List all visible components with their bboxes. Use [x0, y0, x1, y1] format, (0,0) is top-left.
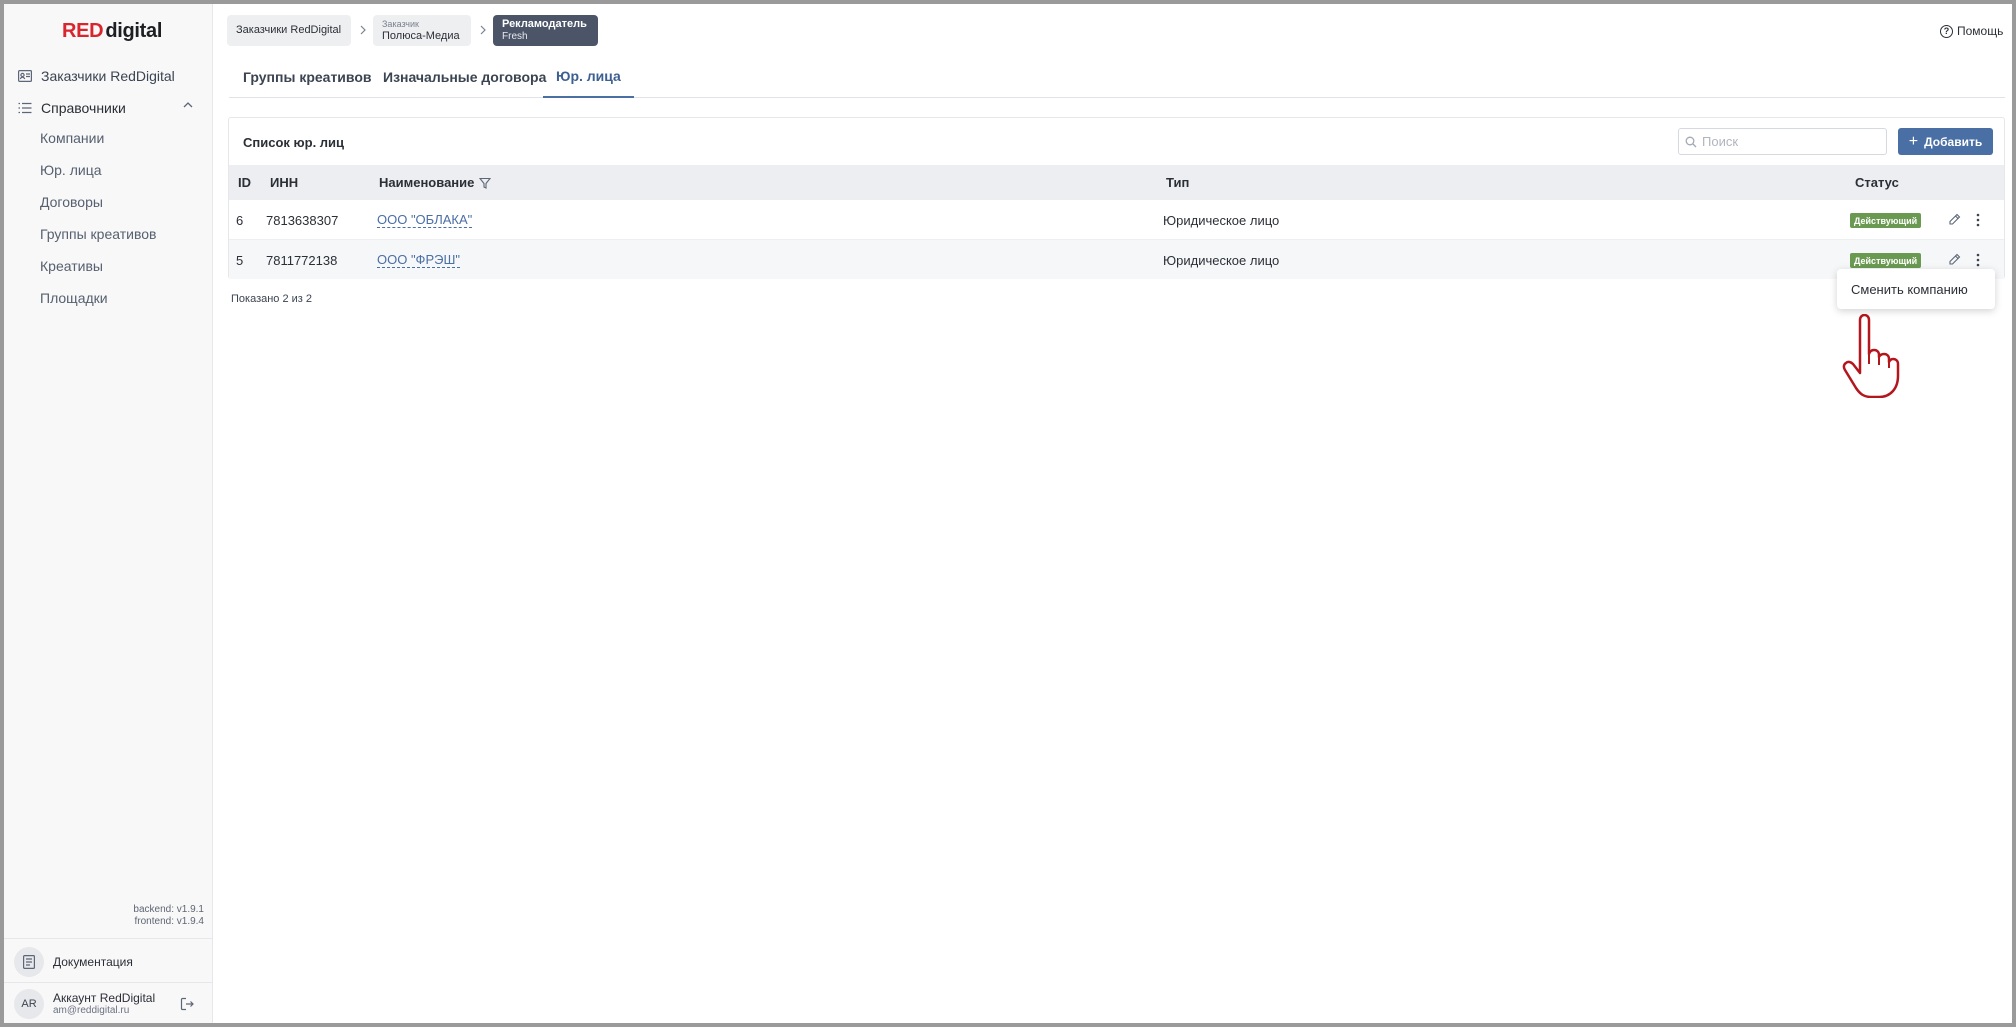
search-field[interactable] [1678, 128, 1887, 155]
sidebar-item-dictionaries-label: Справочники [41, 100, 126, 116]
breadcrumb-client-caption: Заказчик [382, 18, 419, 29]
help-label: Помощь [1957, 24, 2004, 38]
column-status[interactable]: Статус [1855, 175, 1899, 190]
cell-type: Юридическое лицо [1163, 253, 1280, 268]
add-button[interactable]: + Добавить [1898, 128, 1993, 155]
column-type[interactable]: Тип [1166, 175, 1189, 190]
cell-inn: 7813638307 [266, 213, 339, 228]
sidebar-item-creative-groups[interactable]: Группы креативов [40, 226, 156, 242]
cell-type: Юридическое лицо [1163, 213, 1280, 228]
documentation-label: Документация [53, 955, 133, 969]
logout-icon[interactable] [180, 997, 194, 1011]
sidebar: RED digital Заказчики RedDigital Справочн… [4, 4, 213, 1023]
column-name[interactable]: Наименование [379, 175, 492, 190]
sidebar-item-clients-label: Заказчики RedDigital [41, 68, 175, 84]
breadcrumb-client-label: Полюса-Медиа [382, 29, 460, 42]
column-id[interactable]: ID [238, 175, 251, 190]
filter-icon[interactable] [479, 177, 492, 189]
chevron-up-icon[interactable] [181, 98, 195, 112]
status-badge: Действующий [1850, 213, 1922, 228]
sidebar-item-creatives[interactable]: Креативы [40, 258, 103, 274]
sidebar-item-companies[interactable]: Компании [40, 130, 104, 146]
column-name-label: Наименование [379, 175, 475, 190]
document-icon [14, 947, 44, 977]
chevron-right-icon [480, 25, 486, 35]
version-info: backend: v1.9.1 frontend: v1.9.4 [133, 904, 204, 928]
tab-creative-groups[interactable]: Группы креативов [243, 56, 372, 98]
legal-entities-card: Список юр. лиц + Добавить ID ИНН Наимено… [228, 117, 2005, 279]
sidebar-item-legal-entities[interactable]: Юр. лица [40, 162, 102, 178]
pagination-summary: Показано 2 из 2 [231, 293, 313, 305]
more-vertical-icon[interactable] [1975, 252, 1981, 268]
edit-icon[interactable] [1948, 253, 1961, 266]
search-icon [1685, 136, 1697, 147]
breadcrumb-client[interactable]: Заказчик Полюса-Медиа [373, 15, 471, 46]
card-title: Список юр. лиц [243, 135, 345, 150]
cell-id: 6 [236, 213, 244, 228]
row-context-menu: Сменить компанию [1837, 269, 1995, 309]
sidebar-item-dictionaries[interactable]: Справочники [18, 96, 126, 120]
tab-legal-entities[interactable]: Юр. лица [543, 56, 634, 98]
help-link[interactable]: ? Помощь [1940, 24, 2003, 38]
account-name: Аккаунт RedDigital [53, 991, 156, 1005]
account-email: am@reddigital.ru [53, 1005, 130, 1016]
sidebar-item-platforms[interactable]: Площадки [40, 290, 108, 306]
backend-version: backend: v1.9.1 [133, 904, 204, 915]
question-icon: ? [1940, 24, 1953, 38]
chevron-right-icon [360, 25, 366, 35]
sidebar-item-contracts[interactable]: Договоры [40, 194, 103, 210]
breadcrumb-advertiser-label: Рекламодатель [502, 18, 587, 30]
tab-initial-contracts[interactable]: Изначальные договора [383, 56, 546, 98]
more-vertical-icon[interactable] [1975, 212, 1981, 228]
column-inn[interactable]: ИНН [270, 175, 298, 190]
cell-name-link[interactable]: ООО "ФРЭШ" [377, 253, 460, 268]
cell-inn: 7811772138 [266, 253, 338, 268]
avatar[interactable]: AR [14, 989, 44, 1019]
table-row[interactable]: 6 7813638307 ООО "ОБЛАКА" Юридическое ли… [229, 199, 2004, 239]
list-icon [18, 101, 32, 115]
cell-name-link[interactable]: ООО "ОБЛАКА" [377, 213, 473, 228]
logo-red-text: RED [62, 20, 104, 42]
id-card-icon [18, 69, 32, 83]
table-row[interactable]: 5 7811772138 ООО "ФРЭШ" Юридическое лицо… [229, 239, 2004, 279]
reddigital-logo[interactable]: RED digital [62, 20, 162, 43]
cell-id: 5 [236, 253, 244, 268]
menu-item-change-company[interactable]: Сменить компанию [1851, 282, 1968, 297]
app-window: RED digital Заказчики RedDigital Справочн… [4, 4, 2012, 1023]
add-button-label: Добавить [1924, 134, 1983, 149]
logo-digital-text: digital [105, 20, 163, 42]
documentation-link[interactable]: Документация [4, 938, 213, 982]
account-panel: AR Аккаунт RedDigital am@reddigital.ru [4, 982, 213, 1023]
edit-icon[interactable] [1948, 213, 1961, 226]
search-input[interactable] [1702, 134, 1882, 149]
tabs: Группы креативов Изначальные договора Юр… [229, 56, 2005, 98]
breadcrumb-clients[interactable]: Заказчики RedDigital [227, 15, 351, 46]
breadcrumb-advertiser-caption: Fresh [502, 31, 528, 42]
table-header: ID ИНН Наименование Тип Статус [229, 165, 2004, 199]
breadcrumb-advertiser[interactable]: Рекламодатель Fresh [493, 15, 598, 46]
status-badge: Действующий [1850, 253, 1922, 268]
breadcrumb-clients-label: Заказчики RedDigital [236, 24, 342, 36]
sidebar-item-clients[interactable]: Заказчики RedDigital [18, 64, 175, 88]
frontend-version: frontend: v1.9.4 [134, 916, 205, 927]
plus-icon: + [1908, 132, 1919, 150]
hand-pointer-icon [1842, 314, 1900, 398]
